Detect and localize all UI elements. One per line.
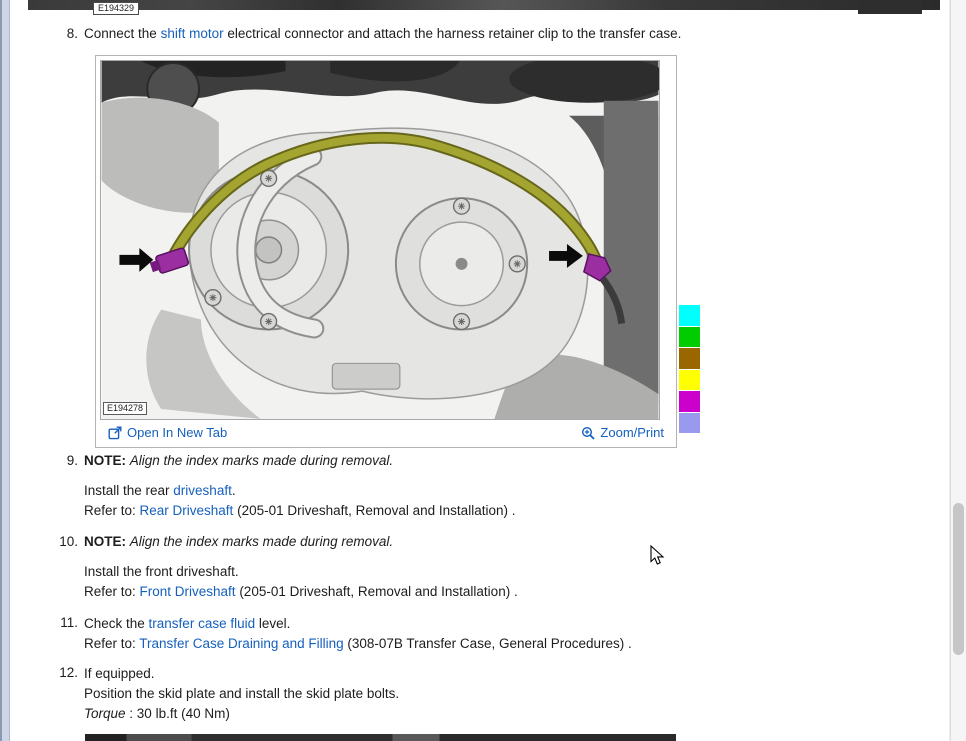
zoom-print-label: Zoom/Print [600, 425, 664, 440]
transfer-case-illustration [100, 60, 660, 420]
front-driveshaft-link[interactable]: Front Driveshaft [140, 584, 236, 599]
color-legend [679, 305, 700, 434]
torque-value: : 30 lb.ft (40 Nm) [126, 706, 230, 721]
refer-label: Refer to: [84, 503, 140, 518]
figure-label-e194278: E194278 [103, 402, 147, 415]
note-label: NOTE: [84, 453, 126, 468]
service-manual-page: E194329 8. Connect the shift motor elect… [0, 0, 966, 741]
refer-reference: (205-01 Driveshaft, Removal and Installa… [236, 584, 518, 599]
figure-image[interactable]: E194278 [100, 60, 662, 420]
left-gutter [0, 0, 10, 741]
open-in-new-tab-icon [108, 426, 122, 440]
refer-reference: (308-07B Transfer Case, General Procedur… [344, 636, 632, 651]
refer-line: Refer to: Transfer Case Draining and Fil… [84, 634, 942, 654]
instruction-text: level. [255, 616, 290, 631]
driveshaft-link[interactable]: driveshaft [173, 483, 232, 498]
step-number: 12. [10, 664, 84, 724]
shift-motor-link[interactable]: shift motor [161, 26, 224, 41]
legend-color-swatch-lavender [679, 413, 700, 434]
refer-line: Refer to: Front Driveshaft (205-01 Drive… [84, 582, 942, 602]
vertical-scrollbar[interactable] [950, 0, 966, 741]
transfer-case-fluid-link[interactable]: transfer case fluid [149, 616, 256, 631]
step-text-post: electrical connector and attach the harn… [224, 26, 682, 41]
note-line: NOTE: Align the index marks made during … [84, 452, 942, 470]
note-label: NOTE: [84, 534, 126, 549]
mouse-cursor [650, 545, 666, 567]
zoom-print-link[interactable]: Zoom/Print [581, 425, 664, 440]
step-number: 11. [10, 614, 84, 654]
figure-label-e194329: E194329 [93, 2, 139, 15]
figure-panel: E194278 Open In New Tab Zoom/P [95, 55, 677, 448]
refer-line: Refer to: Rear Driveshaft (205-01 Drives… [84, 501, 942, 521]
step-number: 10. [10, 533, 84, 602]
open-in-new-tab-label: Open In New Tab [127, 425, 227, 440]
next-figure-fragment [85, 734, 676, 741]
scrollbar-thumb[interactable] [953, 503, 964, 655]
mounting-bracket [332, 363, 400, 389]
refer-label: Refer to: [84, 584, 140, 599]
instruction-line: Install the rear driveshaft. [84, 481, 942, 501]
torque-line: Torque : 30 lb.ft (40 Nm) [84, 704, 942, 724]
instruction-text: . [232, 483, 236, 498]
legend-color-swatch-cyan [679, 305, 700, 326]
instruction-paragraph: Install the front driveshaft. Refer to: … [84, 562, 942, 602]
refer-reference: (205-01 Driveshaft, Removal and Installa… [233, 503, 515, 518]
legend-color-swatch-magenta [679, 391, 700, 412]
step-text-pre: Connect the [84, 26, 161, 41]
instruction-paragraph: Install the rear driveshaft. Refer to: R… [84, 481, 942, 521]
note-text: Align the index marks made during remova… [130, 453, 393, 468]
legend-color-swatch-yellow [679, 370, 700, 391]
note-line: NOTE: Align the index marks made during … [84, 533, 942, 551]
instruction-line: Check the transfer case fluid level. [84, 614, 942, 634]
torque-label: Torque [84, 706, 126, 721]
legend-color-swatch-green [679, 327, 700, 348]
rear-driveshaft-link[interactable]: Rear Driveshaft [140, 503, 234, 518]
procedure-content: 8. Connect the shift motor electrical co… [10, 25, 942, 736]
step-number: 8. [10, 25, 84, 43]
step-12: 12. If equipped. Position the skid plate… [10, 664, 942, 724]
step-9: 9. NOTE: Align the index marks made duri… [10, 452, 942, 521]
instruction-text: Check the [84, 616, 149, 631]
step-11: 11. Check the transfer case fluid level.… [10, 614, 942, 654]
instruction-line: Position the skid plate and install the … [84, 684, 942, 704]
open-in-new-tab-link[interactable]: Open In New Tab [108, 425, 227, 440]
figure-toolbar: Open In New Tab Zoom/Print [96, 422, 676, 447]
instruction-text: Install the rear [84, 483, 173, 498]
instruction-line: Install the front driveshaft. [84, 562, 942, 582]
right-gear-assembly [396, 198, 527, 329]
step-8: 8. Connect the shift motor electrical co… [10, 25, 942, 43]
zoom-icon [581, 426, 595, 440]
transfer-case-draining-link[interactable]: Transfer Case Draining and Filling [139, 636, 343, 651]
refer-label: Refer to: [84, 636, 139, 651]
step-text: Connect the shift motor electrical conne… [84, 25, 942, 43]
previous-figure-fragment [28, 0, 940, 10]
step-10: 10. NOTE: Align the index marks made dur… [10, 533, 942, 602]
instruction-line: If equipped. [84, 664, 942, 684]
step-number: 9. [10, 452, 84, 521]
note-text: Align the index marks made during remova… [130, 534, 393, 549]
legend-color-swatch-brown [679, 348, 700, 369]
